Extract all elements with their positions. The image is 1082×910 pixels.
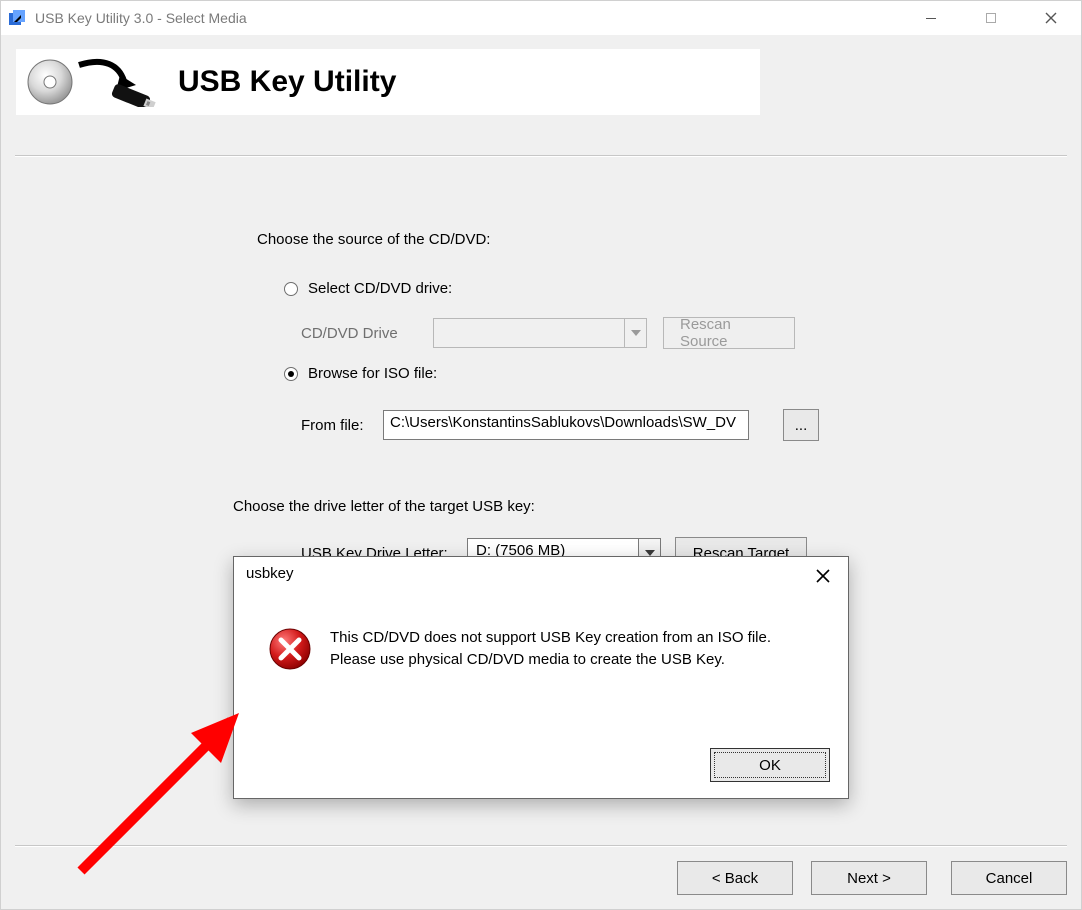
window-title: USB Key Utility 3.0 - Select Media <box>35 10 247 26</box>
error-icon <box>268 627 312 675</box>
titlebar: USB Key Utility 3.0 - Select Media <box>1 1 1081 35</box>
cd-dvd-drive-value <box>433 318 625 348</box>
radio-icon <box>284 367 298 381</box>
app-window: USB Key Utility 3.0 - Select Media <box>0 0 1082 910</box>
target-heading: Choose the drive letter of the target US… <box>233 498 535 515</box>
from-file-label: From file: <box>301 417 373 434</box>
radio-browse-iso[interactable]: Browse for ISO file: <box>284 365 437 382</box>
radio-browse-iso-label: Browse for ISO file: <box>308 365 437 382</box>
dialog-message: This CD/DVD does not support USB Key cre… <box>330 627 810 671</box>
minimize-button[interactable] <box>901 1 961 35</box>
dialog-ok-button[interactable]: OK <box>710 748 830 782</box>
cd-dvd-drive-label: CD/DVD Drive <box>301 325 417 342</box>
source-heading: Choose the source of the CD/DVD: <box>257 231 490 248</box>
radio-select-drive[interactable]: Select CD/DVD drive: <box>284 280 452 297</box>
cancel-button[interactable]: Cancel <box>951 861 1067 895</box>
banner: USB Key Utility <box>16 49 760 115</box>
error-dialog: usbkey Th <box>233 556 849 799</box>
rescan-source-button: Rescan Source <box>663 317 795 349</box>
dialog-close-button[interactable] <box>804 561 842 591</box>
banner-title: USB Key Utility <box>178 65 396 99</box>
cd-dvd-drive-dropdown <box>433 318 647 348</box>
app-icon <box>7 8 27 28</box>
close-button[interactable] <box>1021 1 1081 35</box>
radio-icon <box>284 282 298 296</box>
back-button[interactable]: < Back <box>677 861 793 895</box>
maximize-button[interactable] <box>961 1 1021 35</box>
cd-to-usb-icon <box>24 57 160 107</box>
close-icon <box>815 568 831 584</box>
cd-dvd-drive-row: CD/DVD Drive Rescan Source <box>301 317 795 349</box>
separator <box>15 155 1067 157</box>
dialog-title: usbkey <box>246 565 294 582</box>
iso-path-field[interactable]: C:\Users\KonstantinsSablukovs\Downloads\… <box>383 410 749 440</box>
from-file-row: From file: C:\Users\KonstantinsSablukovs… <box>301 409 819 441</box>
radio-select-drive-label: Select CD/DVD drive: <box>308 280 452 297</box>
chevron-down-icon <box>625 318 647 348</box>
browse-button[interactable]: ... <box>783 409 819 441</box>
next-button[interactable]: Next > <box>811 861 927 895</box>
wizard-footer: < Back Next > Cancel <box>1 847 1081 909</box>
